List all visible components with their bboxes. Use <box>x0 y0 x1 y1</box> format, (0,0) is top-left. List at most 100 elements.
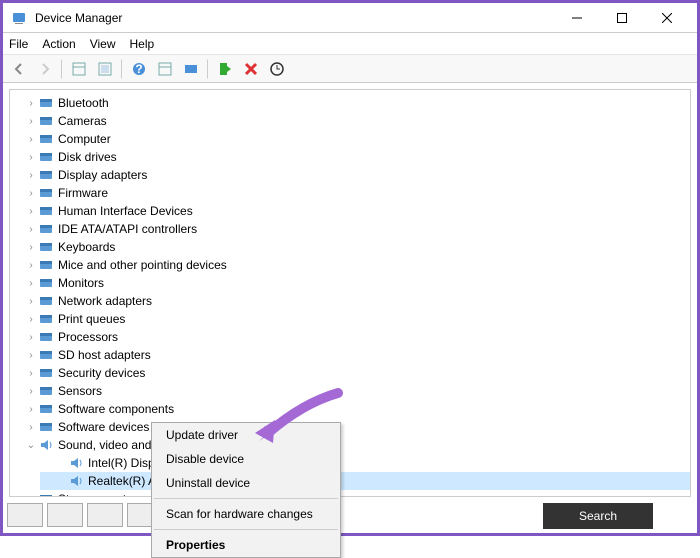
expand-icon[interactable]: › <box>24 332 38 343</box>
device-icon <box>38 149 54 165</box>
ctx-properties[interactable]: Properties <box>152 533 340 557</box>
tree-node[interactable]: › Mice and other pointing devices <box>10 256 690 274</box>
menu-view[interactable]: View <box>90 37 116 51</box>
tree-node[interactable]: ›Keyboards <box>10 238 690 256</box>
menu-file[interactable]: File <box>9 37 28 51</box>
search-button[interactable]: Search <box>543 503 653 529</box>
expand-icon[interactable]: › <box>24 296 38 307</box>
tree-node-child[interactable]: Realtek(R) A <box>40 472 690 490</box>
expand-icon[interactable]: › <box>24 368 38 379</box>
maximize-button[interactable] <box>599 3 644 33</box>
tree-label: Human Interface Devices <box>58 204 193 218</box>
device-icon <box>38 203 54 219</box>
tree-node[interactable]: ›Network adapters <box>10 292 690 310</box>
enable-icon[interactable] <box>213 57 237 81</box>
tree-node[interactable]: ›Software devices <box>10 418 690 436</box>
toolbar-icon[interactable] <box>153 57 177 81</box>
close-button[interactable] <box>644 3 689 33</box>
tree-label: Cameras <box>58 114 107 128</box>
device-icon <box>38 419 54 435</box>
tree-node[interactable]: ›Disk drives <box>10 148 690 166</box>
expand-icon[interactable]: › <box>24 152 38 163</box>
expand-icon[interactable]: › <box>24 98 38 109</box>
toolbar-icon[interactable] <box>93 57 117 81</box>
expand-icon[interactable]: › <box>24 188 38 199</box>
expand-icon[interactable]: › <box>24 278 38 289</box>
expand-icon[interactable]: › <box>24 116 38 127</box>
expand-icon[interactable]: › <box>24 386 38 397</box>
ctx-scan[interactable]: Scan for hardware changes <box>152 502 340 526</box>
tree-node[interactable]: › Software components <box>10 400 690 418</box>
device-icon <box>38 347 54 363</box>
sound-icon <box>68 455 84 471</box>
collapse-icon[interactable]: ⌄ <box>24 440 38 451</box>
expand-icon[interactable]: › <box>24 134 38 145</box>
thumbnail[interactable] <box>47 503 83 527</box>
tree-node[interactable]: › Storage contro <box>10 490 690 497</box>
expand-icon[interactable]: › <box>24 242 38 253</box>
tree-node-child[interactable]: Intel(R) Display Audio <box>40 454 690 472</box>
toolbar-icon[interactable] <box>67 57 91 81</box>
tree-node[interactable]: › IDE ATA/ATAPI controllers <box>10 220 690 238</box>
tree-node[interactable]: › Human Interface Devices <box>10 202 690 220</box>
tree-node[interactable]: ›Firmware <box>10 184 690 202</box>
svg-text:?: ? <box>135 62 142 76</box>
tree-label: Software components <box>58 402 174 416</box>
tree-view[interactable]: ›Bluetooth›Cameras›Computer›Disk drives›… <box>9 89 691 497</box>
menu-help[interactable]: Help <box>130 37 155 51</box>
thumbnail[interactable] <box>7 503 43 527</box>
expand-icon[interactable]: › <box>24 224 38 235</box>
tree-label: IDE ATA/ATAPI controllers <box>58 222 197 236</box>
tree-node[interactable]: ›Computer <box>10 130 690 148</box>
menu-action[interactable]: Action <box>42 37 75 51</box>
device-icon <box>38 113 54 129</box>
tree-node[interactable]: › Sensors <box>10 382 690 400</box>
tree-node[interactable]: ⌄Sound, video and game controllers <box>10 436 690 454</box>
expand-icon[interactable]: › <box>24 350 38 361</box>
window-title: Device Manager <box>35 11 554 25</box>
scan-icon[interactable] <box>179 57 203 81</box>
separator <box>121 59 123 79</box>
ctx-disable-device[interactable]: Disable device <box>152 447 340 471</box>
ctx-uninstall-device[interactable]: Uninstall device <box>152 471 340 495</box>
back-button[interactable] <box>7 57 31 81</box>
expand-icon[interactable]: › <box>24 260 38 271</box>
tree-node[interactable]: ›SD host adapters <box>10 346 690 364</box>
tree-node[interactable]: ›Bluetooth <box>10 94 690 112</box>
uninstall-icon[interactable] <box>239 57 263 81</box>
tree-node[interactable]: › Display adapters <box>10 166 690 184</box>
expand-icon[interactable]: › <box>24 404 38 415</box>
tree-label: Storage contro <box>58 492 137 497</box>
bottom-bar: Search <box>7 501 693 529</box>
tree-node[interactable]: ›Security devices <box>10 364 690 382</box>
minimize-button[interactable] <box>554 3 599 33</box>
expand-icon[interactable]: › <box>24 314 38 325</box>
expand-icon[interactable]: › <box>24 494 38 498</box>
expand-icon[interactable]: › <box>24 422 38 433</box>
tree-label: Display adapters <box>58 168 147 182</box>
tree-node[interactable]: › Cameras <box>10 112 690 130</box>
separator <box>61 59 63 79</box>
device-icon <box>38 329 54 345</box>
expand-icon[interactable]: › <box>24 206 38 217</box>
tree-label: Sensors <box>58 384 102 398</box>
title-bar: Device Manager <box>3 3 697 33</box>
separator <box>154 529 338 530</box>
menu-bar: File Action View Help <box>3 33 697 55</box>
tree-node[interactable]: ›Monitors <box>10 274 690 292</box>
expand-icon[interactable]: › <box>24 170 38 181</box>
update-icon[interactable] <box>265 57 289 81</box>
device-icon <box>38 239 54 255</box>
sound-icon <box>68 473 84 489</box>
device-icon <box>38 311 54 327</box>
thumbnail[interactable] <box>87 503 123 527</box>
tree-label: Mice and other pointing devices <box>58 258 227 272</box>
forward-button[interactable] <box>33 57 57 81</box>
tree-node[interactable]: ›Print queues <box>10 310 690 328</box>
device-icon <box>38 293 54 309</box>
toolbar: ? <box>3 55 697 83</box>
app-icon <box>11 10 27 26</box>
sound-icon <box>38 437 54 453</box>
tree-node[interactable]: ›Processors <box>10 328 690 346</box>
help-icon[interactable]: ? <box>127 57 151 81</box>
